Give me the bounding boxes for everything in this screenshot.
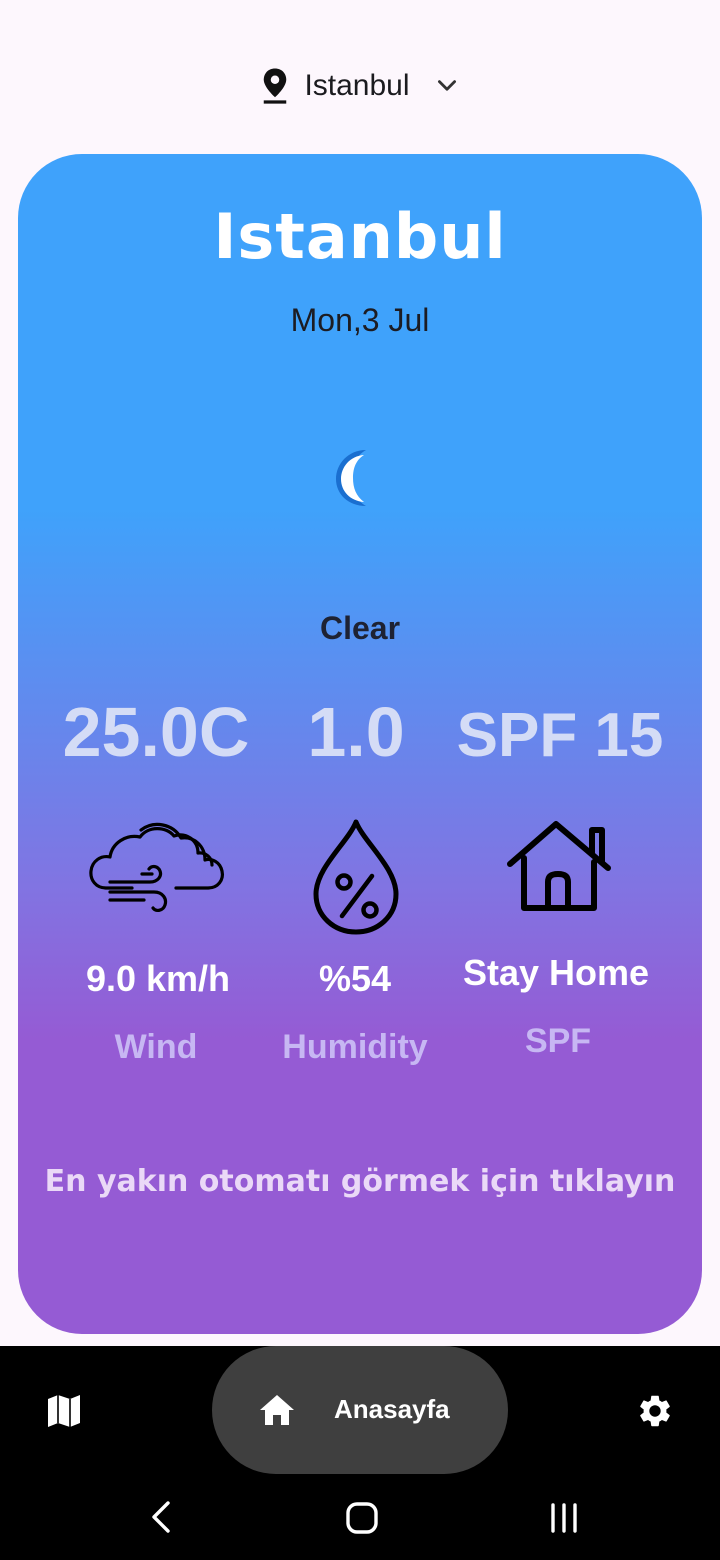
weather-screen: Istanbul Istanbul Mon,3 Jul Clear 25.0C … <box>0 0 720 1560</box>
city-title: Istanbul <box>213 200 507 273</box>
temperature-value: 25.0C <box>62 693 250 771</box>
nav-home-label: Anasayfa <box>334 1394 450 1424</box>
home-circle-icon[interactable] <box>344 1500 380 1536</box>
home-icon <box>260 1395 294 1425</box>
weather-card: Istanbul Mon,3 Jul Clear 25.0C 1.0 SPF 1… <box>18 154 702 1334</box>
gear-icon[interactable] <box>636 1392 674 1430</box>
spf-label: SPF <box>524 1022 592 1060</box>
humidity-label: Humidity <box>282 1028 428 1066</box>
wind-cloud-icon <box>89 822 224 912</box>
bottom-navigation: Anasayfa <box>0 1346 720 1476</box>
house-icon <box>507 821 611 911</box>
back-icon[interactable] <box>148 1500 174 1534</box>
wind-value: 9.0 km/h <box>85 958 231 999</box>
spf-value: SPF 15 <box>456 701 664 770</box>
nearest-machine-link[interactable]: En yakın otomatı görmek için tıklayın <box>18 1164 702 1199</box>
humidity-value: %54 <box>318 958 392 999</box>
date-text: Mon,3 Jul <box>290 302 430 338</box>
condition-text: Clear <box>319 610 401 646</box>
location-selector[interactable]: Istanbul <box>0 62 720 110</box>
map-icon[interactable] <box>46 1394 82 1428</box>
recents-icon[interactable] <box>548 1502 580 1534</box>
nav-item-home[interactable]: Anasayfa <box>212 1346 508 1474</box>
location-pin-icon <box>264 68 287 104</box>
location-name: Istanbul <box>304 69 410 102</box>
uv-index-value: 1.0 <box>307 693 405 771</box>
moon-icon <box>336 450 366 506</box>
wind-label: Wind <box>114 1028 198 1066</box>
chevron-down-icon <box>437 80 456 91</box>
advice-value: Stay Home <box>462 952 650 993</box>
system-navigation-bar <box>0 1476 720 1560</box>
humidity-drop-icon <box>313 819 399 935</box>
